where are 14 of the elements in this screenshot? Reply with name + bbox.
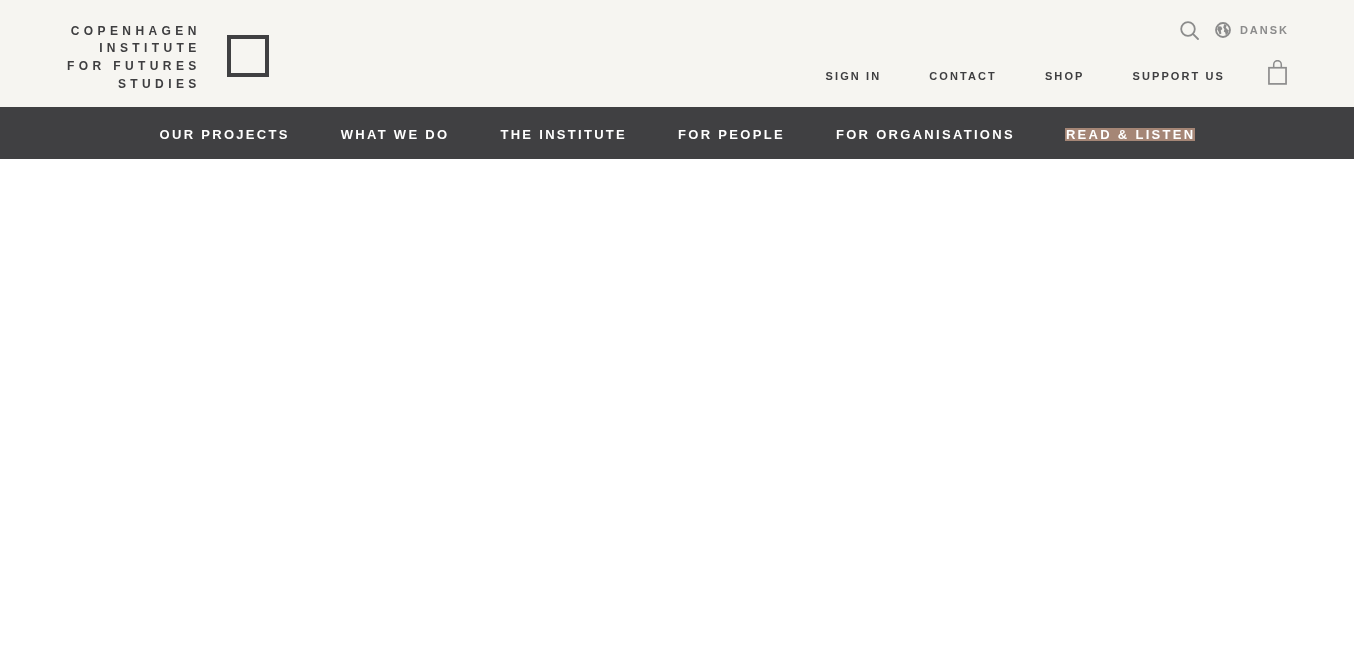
nav-tab[interactable]: FOR PEOPLE (677, 128, 785, 141)
shopping-bag-icon[interactable] (1268, 60, 1287, 85)
top-link[interactable]: CONTACT (929, 70, 997, 85)
nav-tab[interactable]: FOR ORGANISATIONS (834, 128, 1015, 141)
square-logo-icon[interactable] (227, 35, 270, 77)
nav-tab[interactable]: WHAT WE DO (339, 128, 450, 141)
top-link[interactable]: SIGN IN (825, 70, 882, 85)
search-icon[interactable] (1179, 20, 1199, 40)
top-link[interactable]: SUPPORT US (1132, 70, 1225, 85)
globe-icon (1214, 22, 1231, 38)
top-link[interactable]: SHOP (1044, 70, 1085, 85)
nav-tab[interactable]: OUR PROJECTS (158, 128, 290, 141)
nav-tab[interactable]: THE INSTITUTE (499, 128, 628, 141)
logo-text[interactable]: COPENHAGEN INSTITUTE FOR FUTURES STUDIES (67, 22, 201, 94)
